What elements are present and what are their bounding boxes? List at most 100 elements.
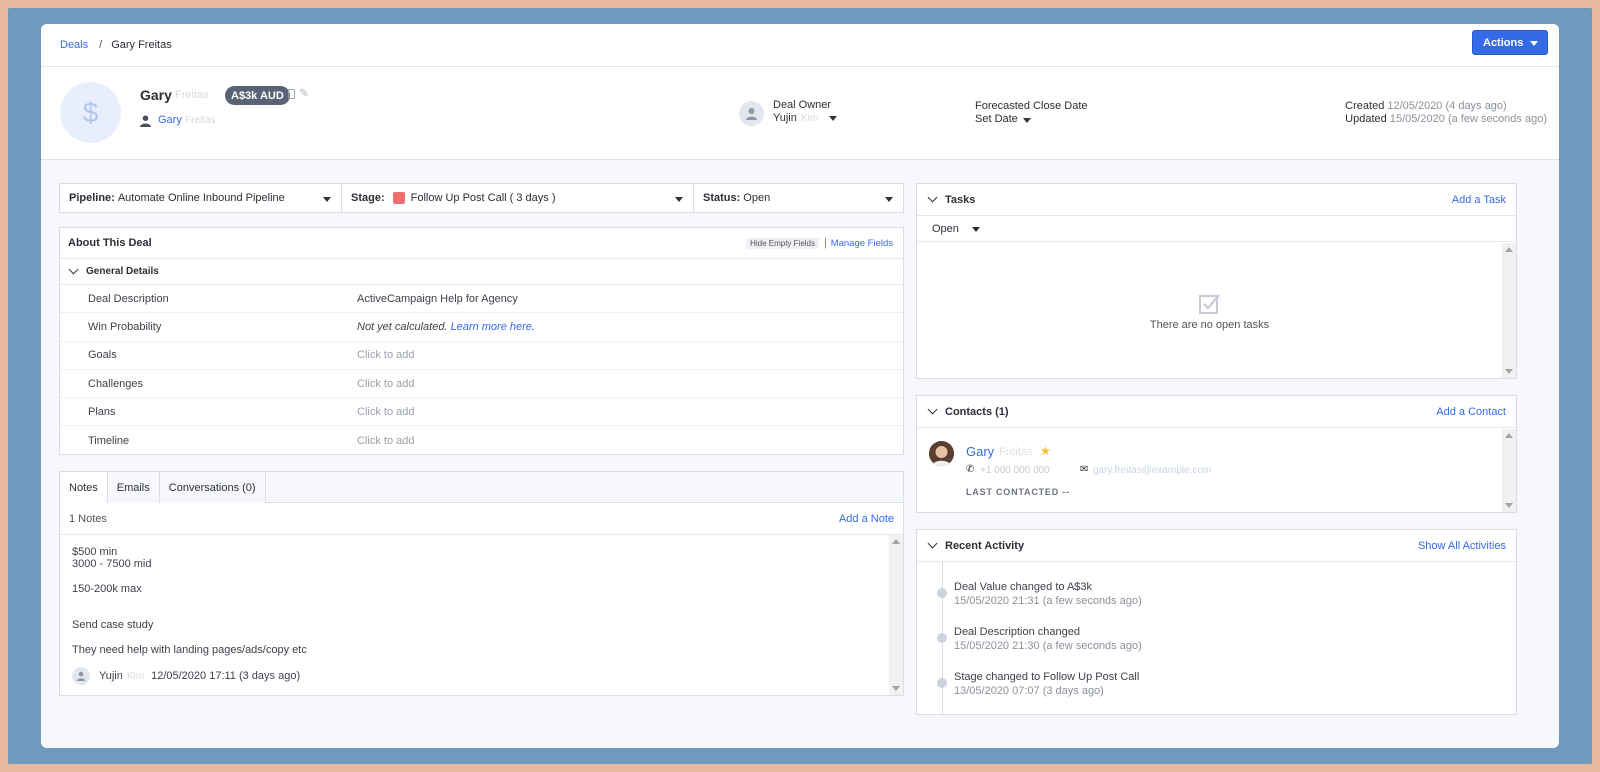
activity-text: Stage changed to xyxy=(954,671,1044,683)
field-value[interactable]: ActiveCampaign Help for Agency xyxy=(357,293,518,305)
status-label: Status: xyxy=(703,192,741,204)
notes-scrollbar[interactable] xyxy=(889,535,903,695)
note-line: $500 min xyxy=(72,546,118,558)
tab-notes[interactable]: Notes xyxy=(60,472,108,503)
chevron-down-icon xyxy=(323,197,331,202)
actions-button-label: Actions xyxy=(1483,36,1524,49)
deal-owner-dropdown[interactable]: Yujin xyxy=(773,112,797,124)
pipeline-select[interactable]: Pipeline: Automate Online Inbound Pipeli… xyxy=(60,184,342,212)
breadcrumb-deals-link[interactable]: Deals xyxy=(60,39,88,51)
field-row-deal-description[interactable]: Deal Description ActiveCampaign Help for… xyxy=(60,285,903,314)
activity-text: Deal Value changed to xyxy=(954,581,1067,593)
scroll-down-icon[interactable] xyxy=(1505,369,1513,374)
note-line: 3000 - 7500 mid xyxy=(72,558,152,571)
note-content: $500 min 3000 - 7500 mid 150-200k max Se… xyxy=(72,546,307,656)
tab-conversations[interactable]: Conversations (0) xyxy=(159,472,266,503)
task-filter-dropdown[interactable]: Open xyxy=(917,216,1516,242)
deal-value-badge[interactable]: A$3k AUD xyxy=(225,86,290,105)
field-value[interactable]: Click to add xyxy=(357,435,414,447)
contacts-panel: Contacts (1) Add a Contact Gary Freitas … xyxy=(916,395,1517,513)
field-label: Plans xyxy=(88,405,116,418)
add-note-link[interactable]: Add a Note xyxy=(839,513,894,525)
actions-button[interactable]: Actions xyxy=(1472,30,1548,55)
scroll-up-icon[interactable] xyxy=(1505,433,1513,438)
tasks-scrollbar[interactable] xyxy=(1502,243,1516,378)
contacts-scrollbar[interactable] xyxy=(1502,429,1516,512)
contacts-title: Contacts (1) xyxy=(945,405,1009,418)
status-select[interactable]: Status: Open xyxy=(694,184,903,212)
hide-empty-fields-button[interactable]: Hide Empty Fields xyxy=(746,238,819,249)
deal-header: $ Gary Freitas A$3k AUD ✎ Gary Freitas D… xyxy=(41,67,1559,160)
general-details-toggle[interactable]: General Details xyxy=(60,259,903,285)
notes-toolbar: 1 Notes Add a Note xyxy=(60,503,903,535)
contacts-header[interactable]: Contacts (1) Add a Contact xyxy=(917,396,1516,428)
scroll-up-icon[interactable] xyxy=(1505,247,1513,252)
primary-contact-link[interactable]: Gary xyxy=(158,114,182,126)
timeline-dot xyxy=(937,678,947,688)
general-details-title: General Details xyxy=(86,266,159,277)
win-probability-suffix: . xyxy=(531,320,535,333)
field-row-challenges[interactable]: Challenges Click to add xyxy=(60,370,903,399)
chevron-down-icon xyxy=(927,404,938,415)
created-value: 12/05/2020 (4 days ago) xyxy=(1387,100,1507,112)
task-filter-value: Open xyxy=(932,222,959,235)
stage-select[interactable]: Stage: Follow Up Post Call ( 3 days ) xyxy=(342,184,694,212)
field-row-timeline[interactable]: Timeline Click to add xyxy=(60,426,903,454)
contact-email-obscured[interactable]: gary.freitas@example.com xyxy=(1093,465,1211,476)
field-value[interactable]: Click to add xyxy=(357,378,414,390)
deal-owner-label: Deal Owner xyxy=(773,99,832,111)
note-author-name: Yujin xyxy=(99,670,123,682)
manage-fields-link[interactable]: Manage Fields xyxy=(831,238,893,249)
about-deal-header: About This Deal Hide Empty Fields | Mana… xyxy=(60,228,903,259)
activity-item: Deal Description changed 15/05/2020 21:3… xyxy=(954,625,1142,653)
field-value[interactable]: Click to add xyxy=(357,349,414,361)
activity-text: Deal Description changed xyxy=(954,626,1080,638)
chevron-down-icon xyxy=(927,192,938,203)
field-label: Timeline xyxy=(88,434,130,447)
field-value[interactable]: Click to add xyxy=(357,406,414,418)
dollar-icon: $ xyxy=(60,82,121,143)
close-date-dropdown[interactable]: Set Date xyxy=(975,113,1018,125)
activity-item: Stage changed to Follow Up Post Call 13/… xyxy=(954,670,1139,698)
avatar xyxy=(72,667,90,685)
tab-emails[interactable]: Emails xyxy=(107,472,160,503)
notes-tabs: Notes Emails Conversations (0) xyxy=(60,472,903,503)
scroll-up-icon[interactable] xyxy=(892,539,900,544)
contact-name-link[interactable]: Gary xyxy=(966,444,994,459)
field-row-plans[interactable]: Plans Click to add xyxy=(60,398,903,427)
learn-more-link[interactable]: Learn more here xyxy=(451,321,532,333)
person-photo-icon xyxy=(929,441,954,466)
scroll-down-icon[interactable] xyxy=(1505,503,1513,508)
scroll-down-icon[interactable] xyxy=(892,686,900,691)
chevron-down-icon xyxy=(68,264,79,275)
field-value: Not yet calculated. Learn more here. xyxy=(357,321,535,333)
chevron-down-icon[interactable] xyxy=(829,116,837,121)
field-label: Challenges xyxy=(88,377,144,390)
add-task-link[interactable]: Add a Task xyxy=(1452,194,1506,206)
activity-item: Deal Value changed to A$3k 15/05/2020 21… xyxy=(954,580,1142,608)
field-label: Deal Description xyxy=(88,292,169,305)
deal-owner-obscured: Kim xyxy=(801,113,819,124)
note-author-obscured: Kim xyxy=(126,670,145,682)
owner-avatar xyxy=(739,101,764,126)
show-all-activities-link[interactable]: Show All Activities xyxy=(1418,540,1506,552)
avatar[interactable] xyxy=(929,441,954,466)
win-probability-text: Not yet calculated. xyxy=(357,320,448,333)
field-row-goals[interactable]: Goals Click to add xyxy=(60,342,903,370)
field-row-win-probability: Win Probability Not yet calculated. Lear… xyxy=(60,313,903,342)
deal-title-obscured: Freitas xyxy=(175,89,209,101)
recent-activity-header[interactable]: Recent Activity Show All Activities xyxy=(917,530,1516,562)
tasks-header[interactable]: Tasks Add a Task xyxy=(917,184,1516,216)
pencil-icon[interactable]: ✎ xyxy=(299,86,309,100)
activity-strong: A$3k xyxy=(1066,581,1093,593)
add-contact-link[interactable]: Add a Contact xyxy=(1436,406,1506,418)
person-icon xyxy=(746,108,757,120)
person-icon xyxy=(140,115,151,127)
timeline-dot xyxy=(937,633,947,643)
star-icon: ★ xyxy=(1040,444,1051,458)
note-timestamp: 12/05/2020 17:11 (3 days ago) xyxy=(151,670,301,682)
copy-icon[interactable] xyxy=(288,89,295,99)
contact-phone-obscured[interactable]: +1 000 000 000 xyxy=(980,465,1050,476)
pipeline-bar: Pipeline: Automate Online Inbound Pipeli… xyxy=(59,183,904,213)
chevron-down-icon[interactable] xyxy=(1023,118,1031,123)
